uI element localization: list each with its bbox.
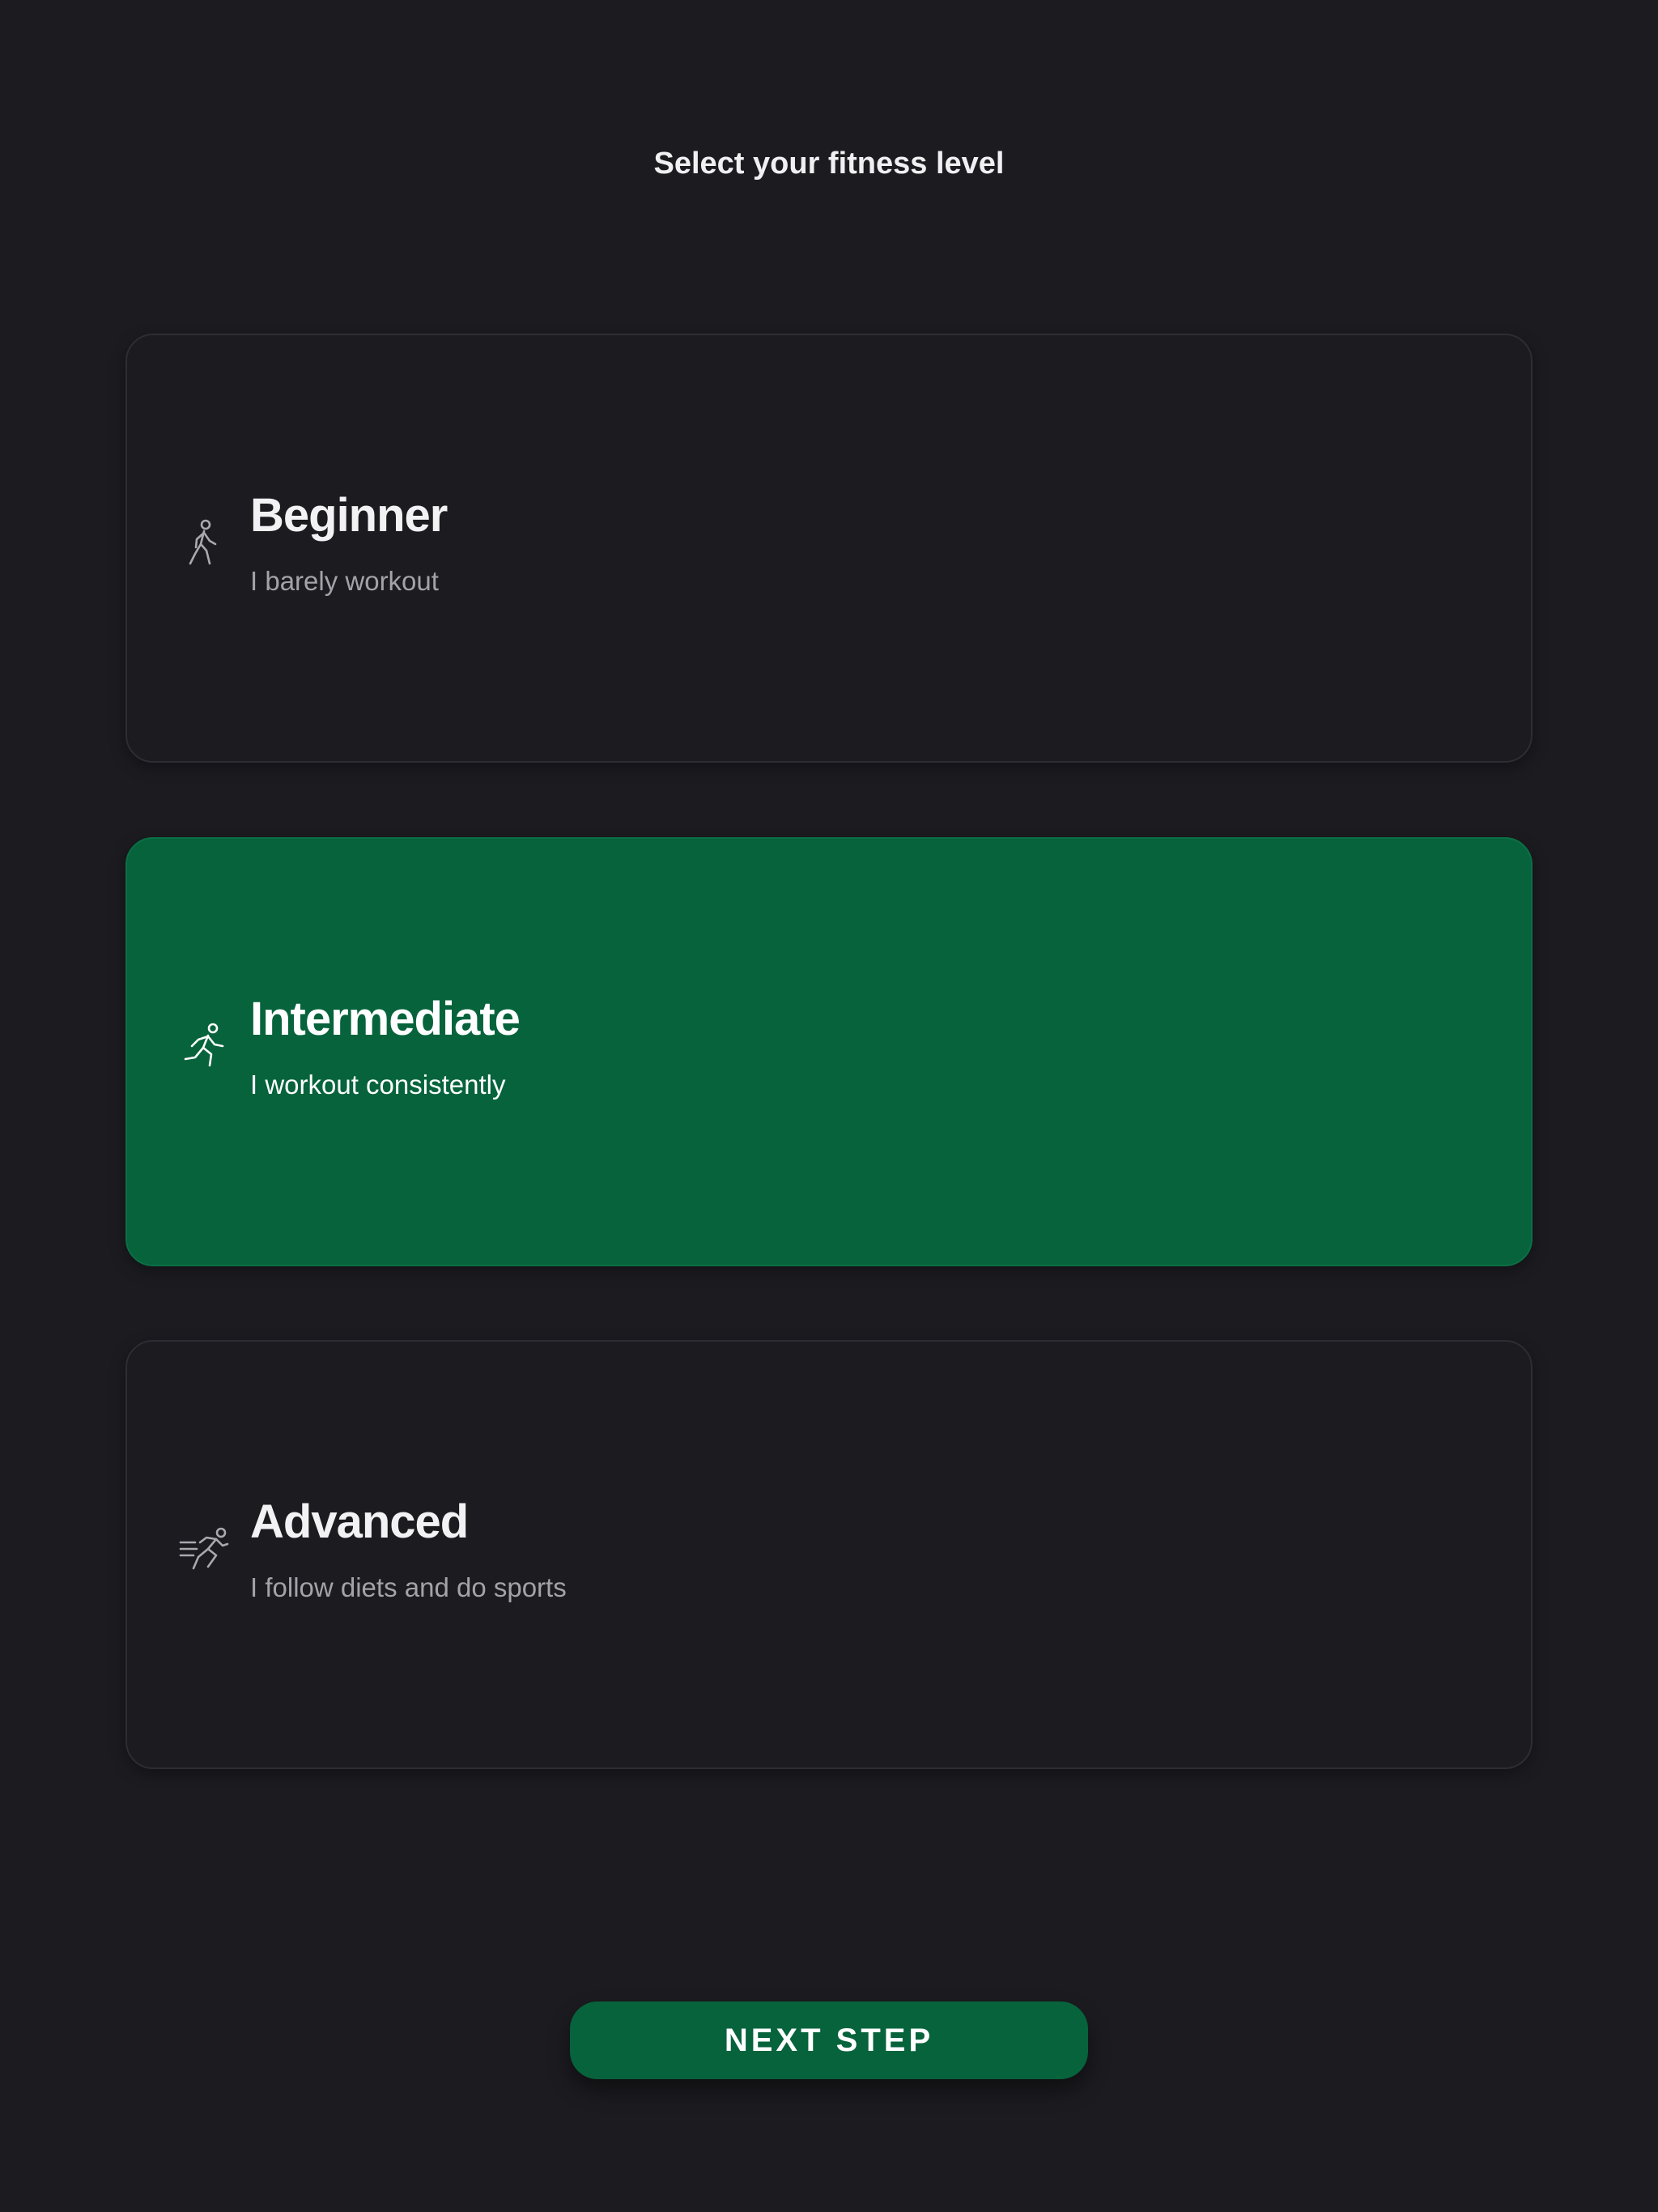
next-step-button[interactable]: NEXT STEP (570, 2001, 1088, 2079)
level-title: Beginner (250, 489, 448, 542)
level-card-beginner[interactable]: Beginner I barely workout (125, 334, 1533, 763)
walking-person-icon (179, 518, 231, 570)
running-person-icon (179, 1022, 231, 1074)
level-description: I follow diets and do sports (250, 1572, 567, 1602)
level-description: I barely workout (250, 566, 439, 596)
level-card-advanced[interactable]: Advanced I follow diets and do sports (125, 1340, 1533, 1769)
level-description: I workout consistently (250, 1070, 506, 1100)
sprinting-person-icon (179, 1525, 231, 1576)
page-title: Select your fitness level (653, 147, 1005, 181)
level-title: Advanced (250, 1495, 469, 1548)
level-card-intermediate[interactable]: Intermediate I workout consistently (125, 837, 1533, 1266)
level-title: Intermediate (250, 993, 521, 1045)
